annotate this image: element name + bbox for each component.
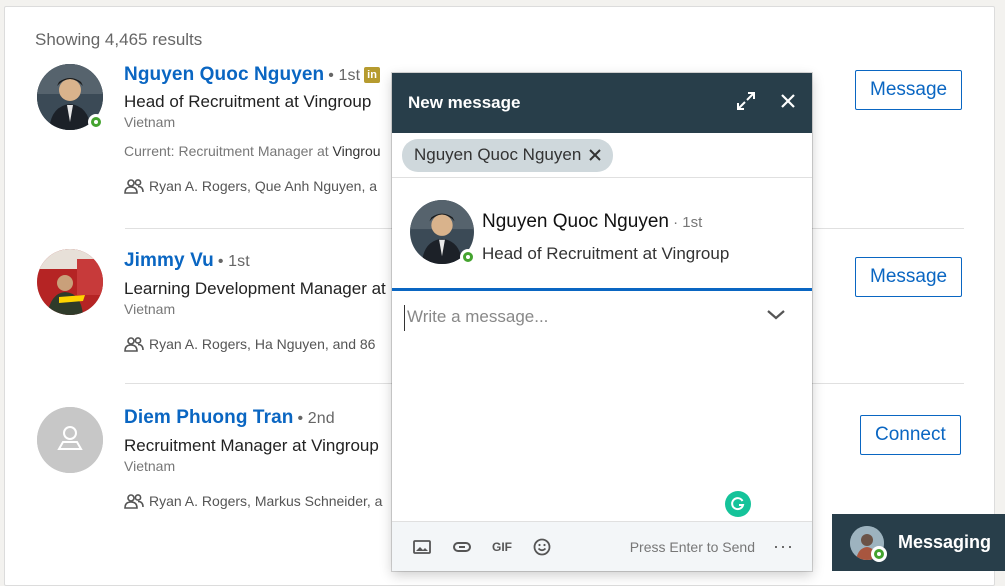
new-message-title: New message	[408, 93, 521, 112]
close-icon[interactable]	[780, 93, 796, 114]
attachment-icon[interactable]	[450, 535, 474, 559]
result-headline: Recruitment Manager at Vingroup	[124, 436, 379, 455]
shared-connections-icon	[124, 494, 144, 509]
expand-icon[interactable]	[736, 91, 756, 116]
grammarly-icon[interactable]	[725, 491, 751, 517]
more-options-icon[interactable]: ···	[773, 536, 794, 557]
send-hint: Press Enter to Send	[629, 538, 756, 555]
profile-name-text[interactable]: Nguyen Quoc Nguyen	[482, 211, 669, 232]
recipient-profile-preview: Nguyen Quoc Nguyen · 1st Head of Recruit…	[392, 178, 812, 291]
emoji-icon[interactable]	[530, 535, 554, 559]
gif-icon[interactable]: GIF	[490, 535, 514, 559]
online-status-icon	[460, 249, 476, 265]
compose-toolbar: GIF Press Enter to Send ···	[392, 521, 812, 571]
shared-connections[interactable]: Ryan A. Rogers, Ha Nguyen, and 86	[124, 336, 375, 352]
remove-recipient-icon[interactable]	[589, 149, 601, 161]
result-name[interactable]: Jimmy Vu	[124, 250, 214, 271]
result-name[interactable]: Diem Phuong Tran	[124, 407, 293, 428]
messaging-bar[interactable]: Messaging	[832, 514, 1005, 571]
avatar[interactable]	[37, 249, 103, 315]
new-message-header[interactable]: New message	[392, 73, 812, 133]
result-name-link[interactable]: Jimmy Vu • 1st	[124, 250, 250, 272]
connect-button[interactable]: Connect	[860, 415, 961, 455]
online-status-icon	[871, 546, 887, 562]
shared-connections-icon	[124, 337, 144, 352]
profile-name: Nguyen Quoc Nguyen · 1st	[482, 211, 702, 233]
profile-headline: Head of Recruitment at Vingroup	[482, 244, 730, 263]
image-icon[interactable]	[410, 535, 434, 559]
messaging-label: Messaging	[898, 532, 992, 552]
new-message-dialog: New message Nguyen Quoc Nguyen Nguyen Qu…	[392, 73, 812, 571]
result-headline: Learning Development Manager at	[124, 279, 386, 298]
compose-area	[392, 291, 812, 525]
message-button[interactable]: Message	[855, 257, 963, 297]
shared-connections-text: Ryan A. Rogers, Markus Schneider, a	[149, 493, 383, 509]
result-name-link[interactable]: Diem Phuong Tran • 2nd	[124, 407, 335, 429]
recipient-field[interactable]: Nguyen Quoc Nguyen	[392, 133, 812, 178]
shared-connections-text: Ryan A. Rogers, Ha Nguyen, and 86	[149, 336, 376, 352]
profile-degree: · 1st	[668, 214, 703, 231]
message-input[interactable]	[404, 305, 744, 331]
avatar-placeholder[interactable]	[37, 407, 103, 473]
recipient-pill[interactable]: Nguyen Quoc Nguyen	[402, 138, 614, 172]
person-icon	[37, 407, 103, 473]
chevron-down-icon[interactable]	[766, 308, 786, 326]
connection-degree: • 1st	[217, 253, 250, 270]
shared-connections[interactable]: Ryan A. Rogers, Markus Schneider, a	[124, 493, 382, 509]
result-location: Vietnam	[124, 458, 176, 474]
connection-degree: • 2nd	[297, 410, 335, 427]
result-location: Vietnam	[124, 301, 176, 317]
recipient-name: Nguyen Quoc Nguyen	[414, 145, 582, 164]
